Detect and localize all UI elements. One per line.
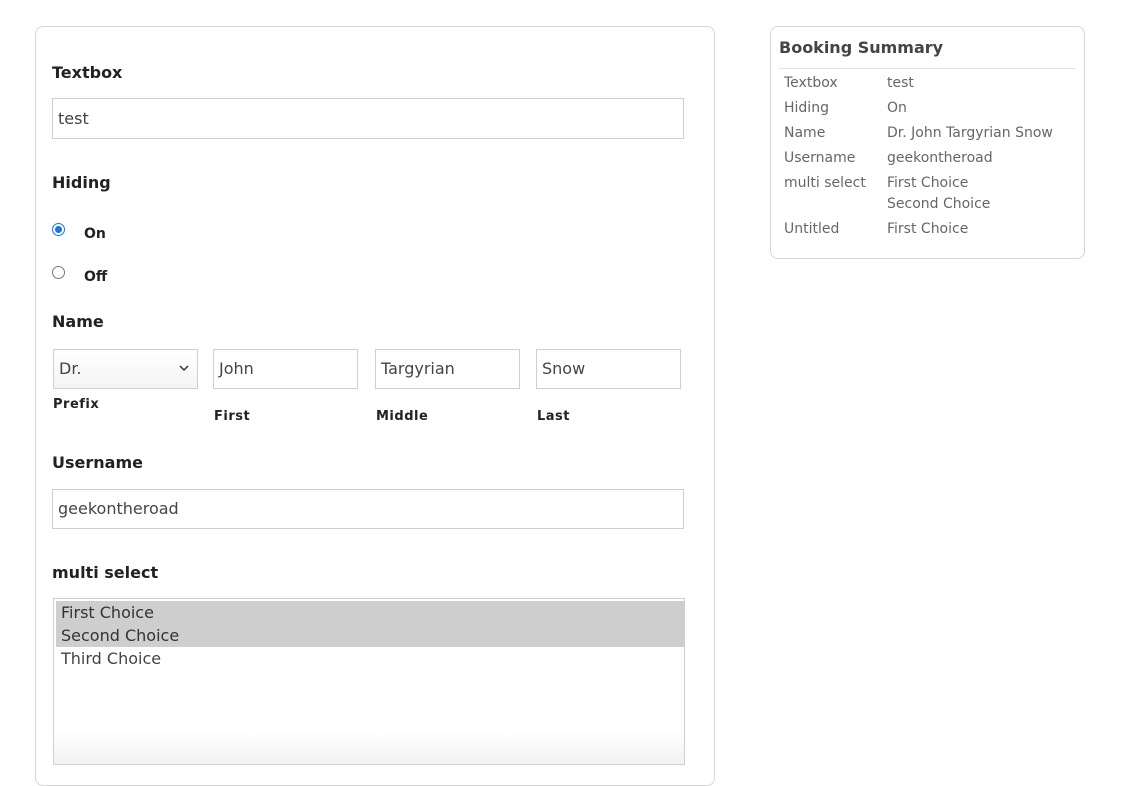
summary-key: Name	[784, 125, 826, 141]
radio-off[interactable]	[52, 266, 65, 279]
form-card: Textbox test Hiding On Off Name Dr. Pref…	[35, 26, 715, 786]
textbox-input[interactable]: test	[52, 98, 684, 139]
summary-key: Username	[784, 150, 856, 166]
first-sublabel: First	[214, 409, 251, 424]
summary-value: On	[887, 100, 907, 116]
summary-value: First Choice	[887, 221, 969, 237]
hiding-label: Hiding	[52, 173, 111, 192]
summary-key: Hiding	[784, 100, 829, 116]
summary-title: Booking Summary	[779, 38, 944, 57]
middle-name-input[interactable]: Targyrian	[375, 349, 520, 389]
multi-select-listbox[interactable]: First Choice Second Choice Third Choice	[53, 598, 685, 765]
multi-select-label: multi select	[52, 563, 159, 582]
radio-on-label: On	[84, 226, 106, 242]
prefix-select[interactable]: Dr.	[53, 349, 198, 389]
summary-value: test	[887, 75, 914, 91]
list-option-second-choice[interactable]: Second Choice	[56, 624, 684, 647]
last-name-input[interactable]: Snow	[536, 349, 681, 389]
summary-key: multi select	[784, 175, 866, 191]
first-name-input[interactable]: John	[213, 349, 358, 389]
radio-off-label: Off	[84, 269, 108, 285]
summary-key: Textbox	[784, 75, 838, 91]
textbox-label: Textbox	[52, 63, 123, 82]
username-label: Username	[52, 453, 143, 472]
username-input[interactable]: geekontheroad	[52, 489, 684, 529]
summary-key: Untitled	[784, 221, 840, 237]
list-option-third-choice[interactable]: Third Choice	[56, 647, 684, 670]
middle-sublabel: Middle	[376, 409, 429, 424]
name-label: Name	[52, 312, 104, 331]
summary-divider	[779, 68, 1076, 69]
prefix-select-value: Dr.	[59, 359, 82, 378]
chevron-down-icon	[179, 365, 189, 372]
last-sublabel: Last	[537, 409, 571, 424]
prefix-sublabel: Prefix	[53, 397, 100, 412]
radio-on[interactable]	[52, 223, 65, 236]
booking-summary-card: Booking Summary Textbox test Hiding On N…	[770, 26, 1085, 259]
summary-value: Dr. John Targyrian Snow	[887, 125, 1053, 141]
summary-value: Second Choice	[887, 196, 991, 212]
list-option-first-choice[interactable]: First Choice	[56, 601, 684, 624]
summary-value: geekontheroad	[887, 150, 993, 166]
summary-value: First Choice	[887, 175, 969, 191]
